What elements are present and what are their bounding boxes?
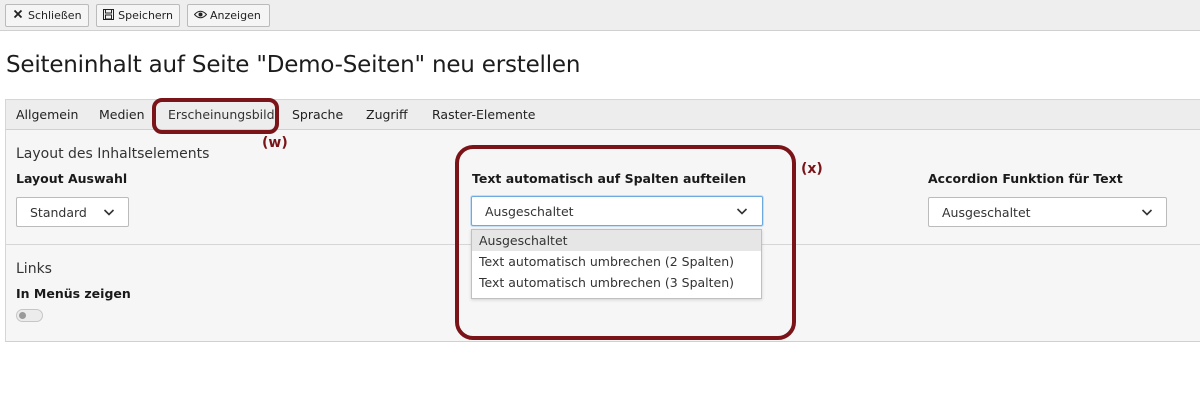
tab-zugriff[interactable]: Zugriff: [366, 107, 408, 122]
page-title: Seiteninhalt auf Seite "Demo-Seiten" neu…: [6, 52, 581, 78]
layout-section-title: Layout des Inhaltselements: [16, 146, 210, 162]
layout-select[interactable]: Standard: [16, 197, 129, 227]
annotation-label-w: (w): [262, 135, 288, 151]
close-button-label: Schließen: [28, 9, 82, 22]
view-button[interactable]: Anzeigen: [187, 4, 270, 27]
links-section-title: Links: [16, 261, 52, 277]
menu-toggle-label: In Menüs zeigen: [16, 286, 131, 301]
accordion-select-label: Accordion Funktion für Text: [928, 171, 1123, 186]
close-button[interactable]: Schließen: [5, 4, 89, 27]
toolbar: Schließen Speichern Anzeigen: [0, 0, 1200, 31]
accordion-select[interactable]: Ausgeschaltet: [928, 197, 1167, 227]
tab-sprache[interactable]: Sprache: [292, 107, 343, 122]
annotation-label-x: (x): [801, 161, 823, 177]
save-button[interactable]: Speichern: [96, 4, 180, 27]
save-button-label: Speichern: [118, 9, 173, 22]
view-button-label: Anzeigen: [210, 9, 261, 22]
annotation-box-x: [455, 145, 796, 340]
annotation-box-w: [152, 98, 279, 134]
chevron-down-icon: [1140, 205, 1154, 219]
save-icon: [103, 8, 115, 23]
chevron-down-icon: [102, 205, 116, 219]
accordion-select-value: Ausgeschaltet: [942, 204, 1031, 220]
layout-select-label: Layout Auswahl: [16, 171, 128, 186]
menu-visibility-toggle[interactable]: [16, 309, 43, 322]
tab-raster-elemente[interactable]: Raster-Elemente: [432, 107, 535, 122]
toggle-knob: [19, 312, 26, 319]
layout-select-value: Standard: [30, 204, 87, 220]
tab-allgemein[interactable]: Allgemein: [16, 107, 78, 122]
tab-medien[interactable]: Medien: [99, 107, 145, 122]
eye-icon: [193, 9, 208, 22]
close-icon: [12, 9, 24, 22]
